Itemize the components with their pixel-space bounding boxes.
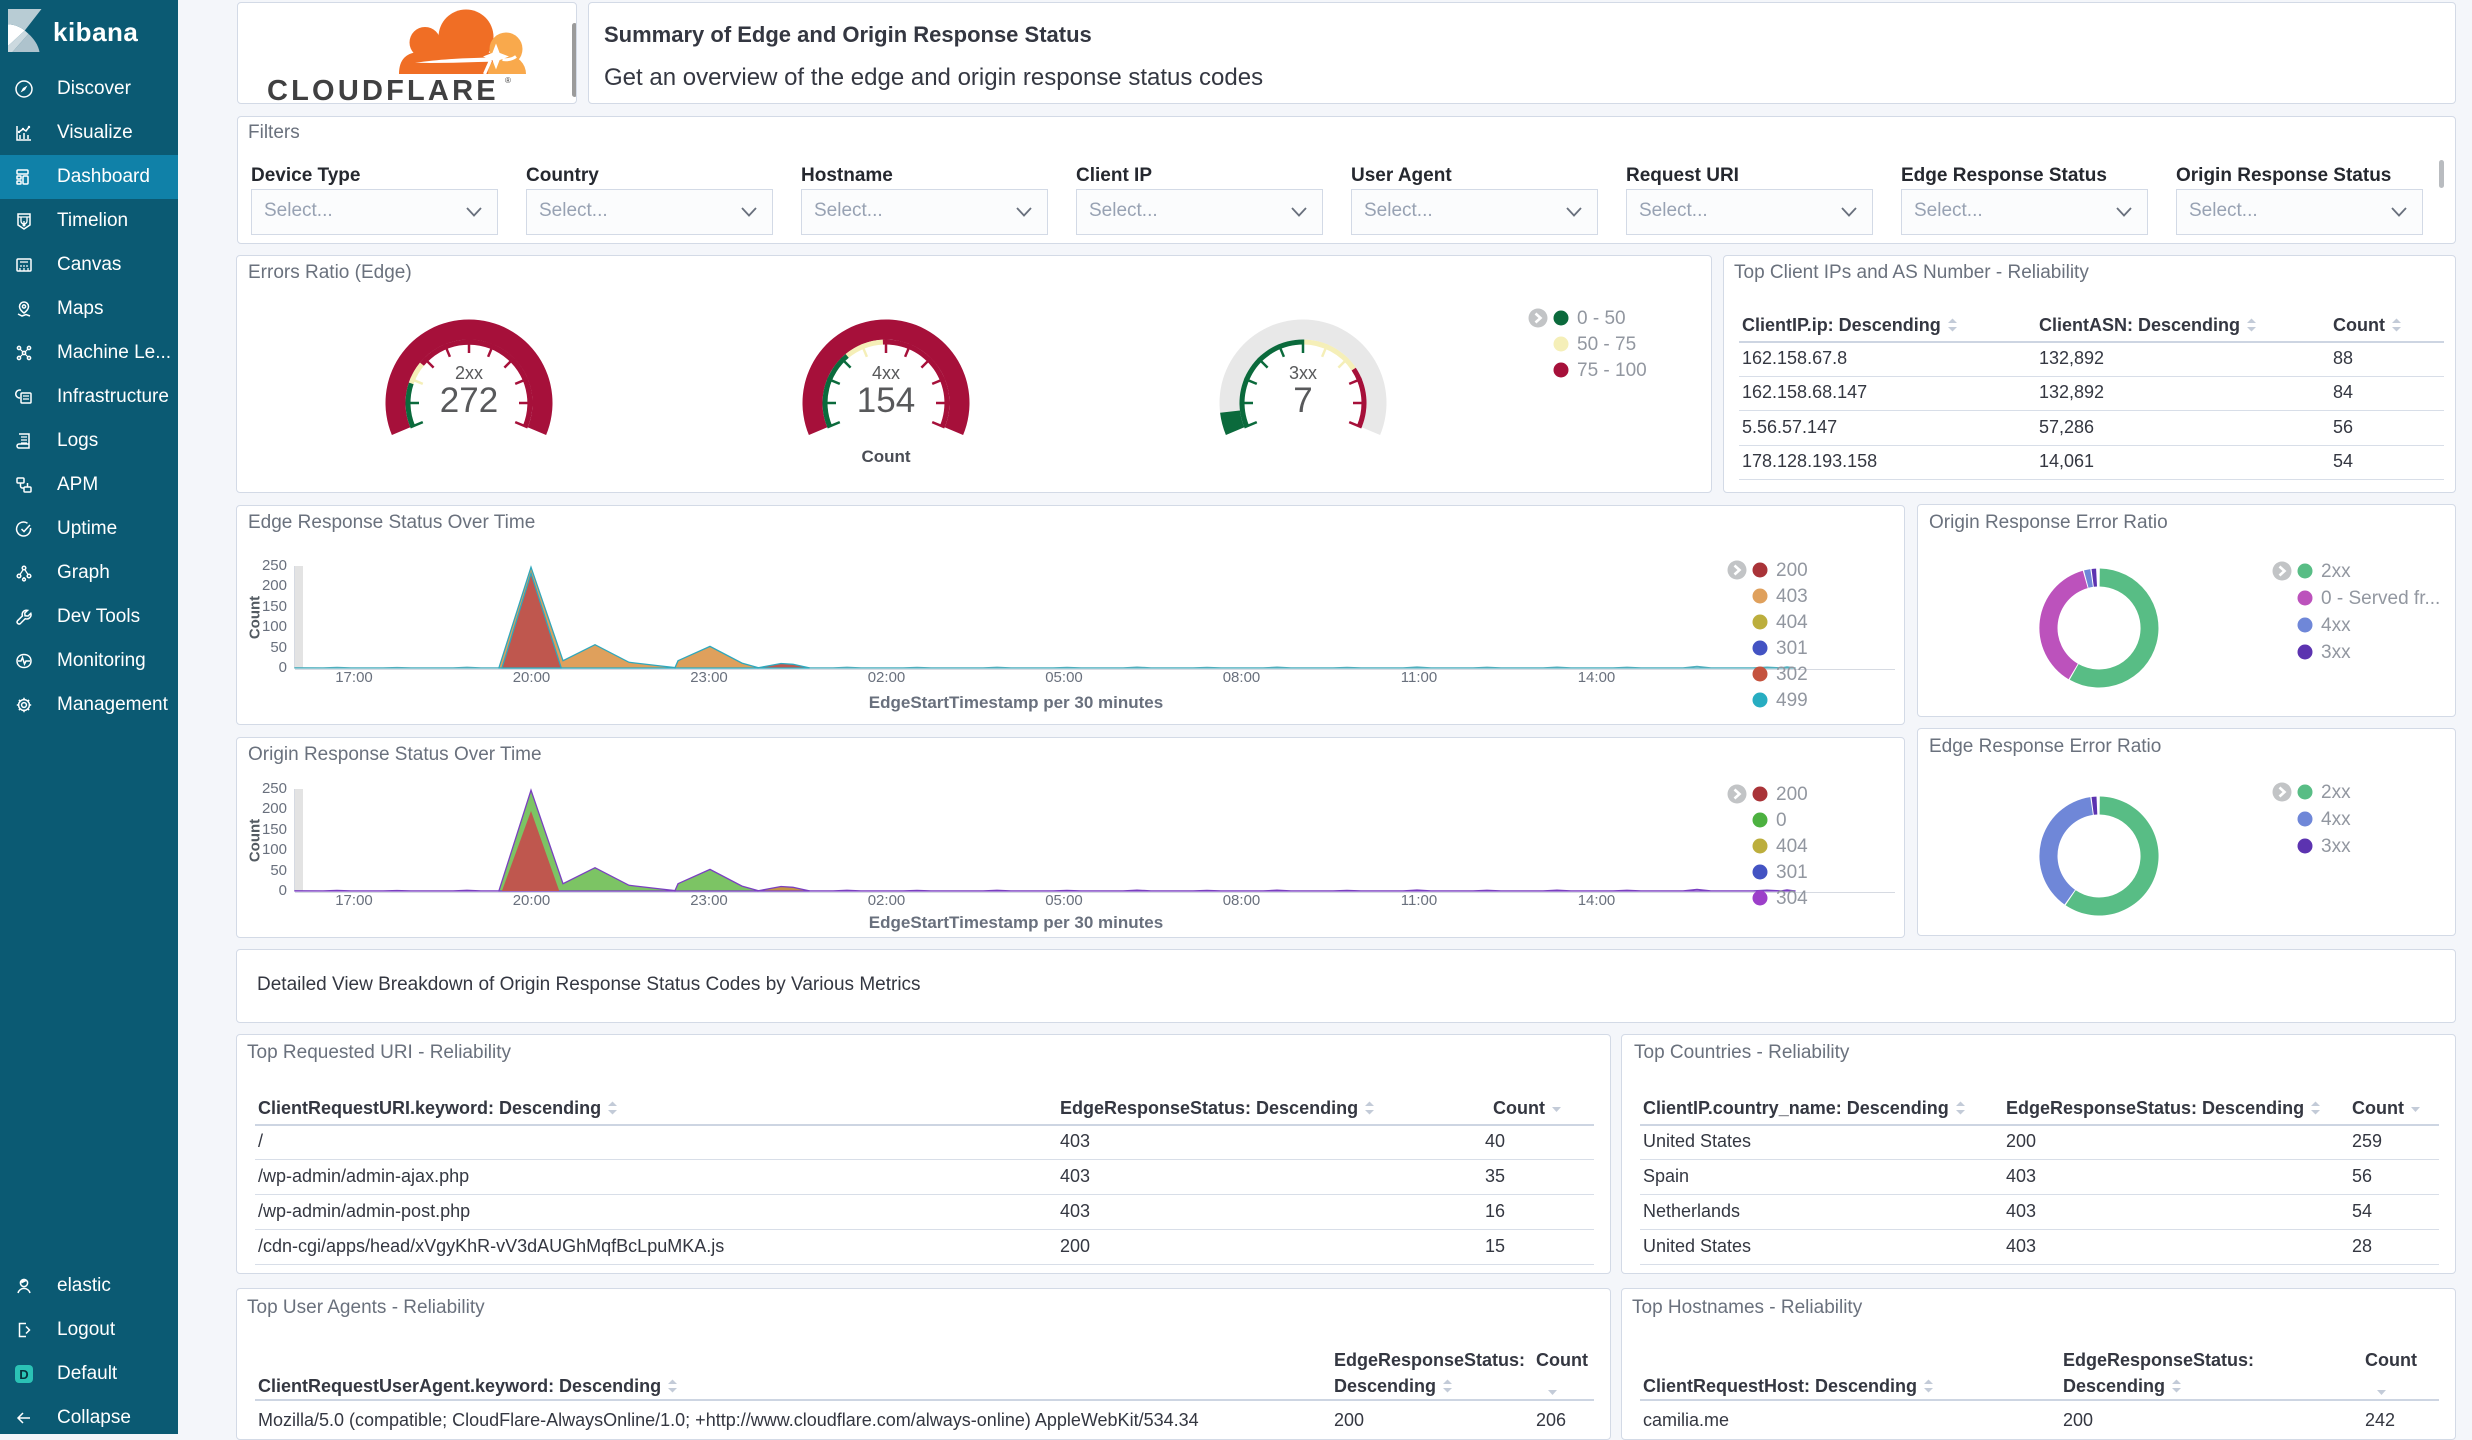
svg-text:4xx: 4xx (872, 363, 900, 383)
svg-text:50 - 75: 50 - 75 (1577, 334, 1636, 355)
svg-text:Count: Count (861, 447, 910, 466)
svg-text:D: D (19, 1367, 28, 1382)
svg-text:2xx: 2xx (2321, 561, 2351, 582)
svg-text:272: 272 (440, 381, 498, 420)
svg-text:75 - 100: 75 - 100 (1577, 360, 1647, 381)
svg-text:404: 404 (1776, 612, 1808, 633)
svg-text:4xx: 4xx (2321, 615, 2351, 636)
svg-text:301: 301 (1776, 638, 1808, 659)
svg-text:200: 200 (1776, 560, 1808, 581)
svg-text:499: 499 (1776, 690, 1808, 711)
svg-text:3xx: 3xx (1289, 363, 1317, 383)
svg-text:154: 154 (857, 381, 915, 420)
svg-text:404: 404 (1776, 836, 1808, 857)
svg-text:4xx: 4xx (2321, 809, 2351, 830)
svg-text:®: ® (505, 76, 511, 85)
svg-text:0 - Served fr...: 0 - Served fr... (2321, 588, 2440, 609)
svg-text:CLOUDFLARE: CLOUDFLARE (267, 75, 499, 104)
svg-text:200: 200 (1776, 784, 1808, 805)
svg-text:7: 7 (1293, 381, 1312, 420)
svg-text:0: 0 (1776, 810, 1787, 831)
svg-text:302: 302 (1776, 664, 1808, 685)
svg-text:3xx: 3xx (2321, 642, 2351, 663)
svg-text:2xx: 2xx (455, 363, 483, 383)
svg-text:403: 403 (1776, 586, 1808, 607)
svg-text:0 - 50: 0 - 50 (1577, 308, 1626, 329)
svg-text:3xx: 3xx (2321, 836, 2351, 857)
svg-text:2xx: 2xx (2321, 782, 2351, 803)
svg-text:301: 301 (1776, 862, 1808, 883)
svg-text:304: 304 (1776, 888, 1808, 909)
